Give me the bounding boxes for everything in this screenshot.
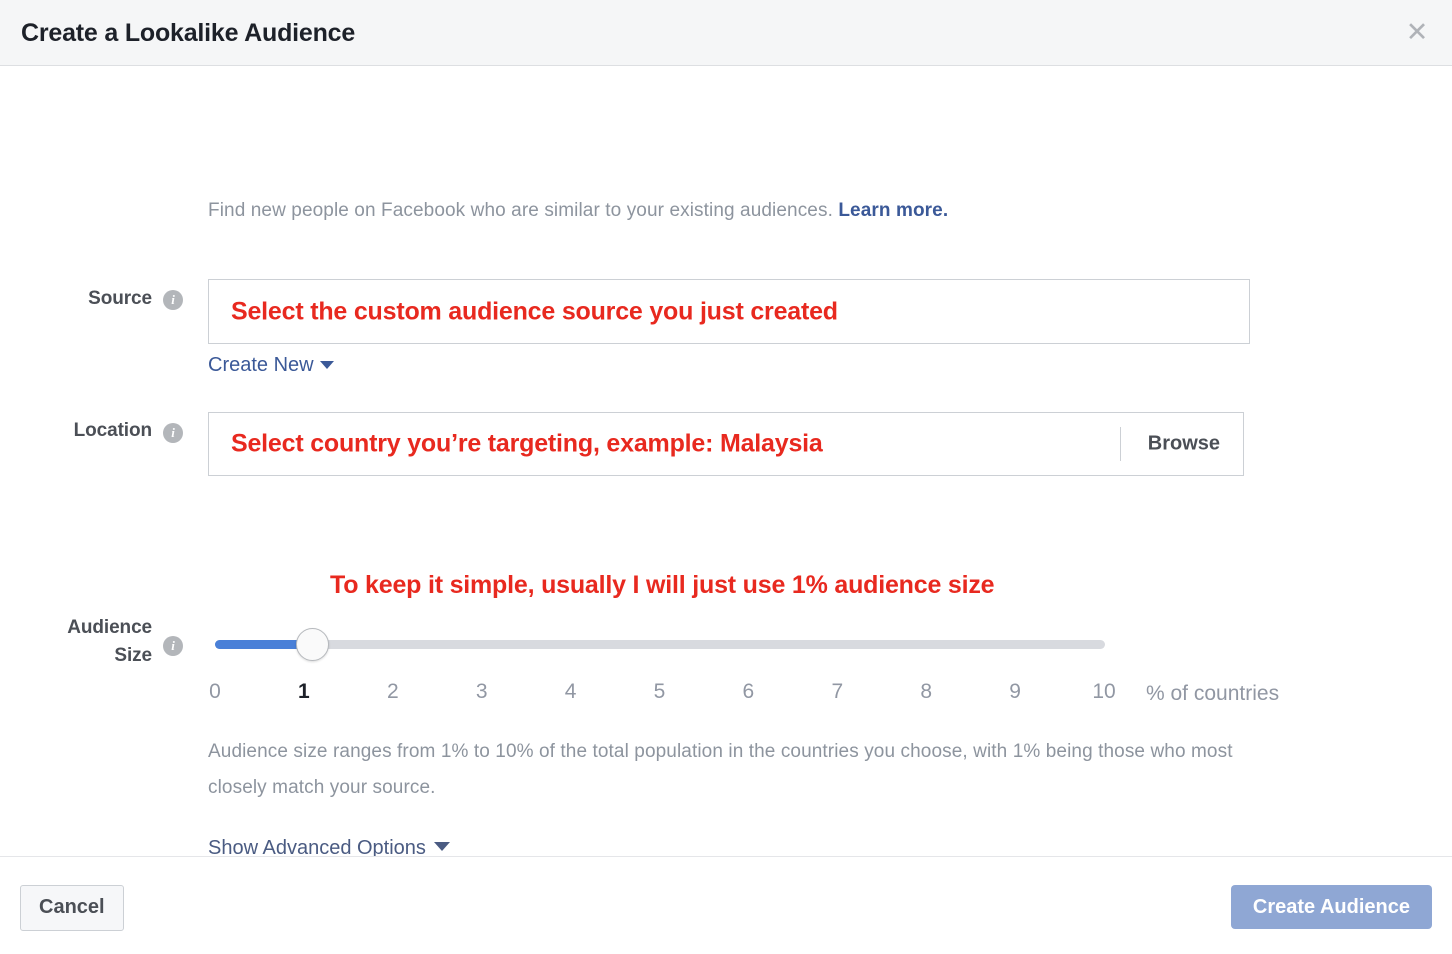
audience-size-annotation: To keep it simple, usually I will just u… [330,571,995,599]
audience-size-label-line2: Size [114,644,152,666]
slider-tick-4[interactable]: 4 [551,680,591,704]
slider-tick-6[interactable]: 6 [728,680,768,704]
dialog-body: Find new people on Facebook who are simi… [0,66,1452,859]
create-audience-button[interactable]: Create Audience [1230,885,1432,929]
chevron-down-icon [319,360,334,369]
dialog-title: Create a Lookalike Audience [21,19,356,47]
slider-tick-row: 0 1 2 3 4 5 6 7 8 9 10 [208,680,1116,712]
location-input[interactable]: Select country you’re targeting, example… [208,412,1244,476]
audience-size-label: Audience Size [0,614,152,669]
create-new-label: Create New [208,354,314,376]
intro-description: Find new people on Facebook who are simi… [208,200,833,221]
create-lookalike-audience-dialog: Create a Lookalike Audience ✕ Find new p… [0,0,1452,954]
source-label: Source [88,288,152,309]
learn-more-link[interactable]: Learn more. [838,200,948,221]
slider-tick-2[interactable]: 2 [373,680,413,704]
slider-tick-7[interactable]: 7 [817,680,857,704]
location-info-icon[interactable]: i [163,423,183,443]
audience-size-info-icon[interactable]: i [163,636,183,656]
create-new-link[interactable]: Create New [208,354,334,377]
slider-thumb[interactable] [296,628,329,661]
slider-tick-10[interactable]: 10 [1084,680,1124,704]
slider-tick-0[interactable]: 0 [195,680,235,704]
browse-button[interactable]: Browse [1148,433,1220,456]
browse-divider [1120,427,1121,461]
audience-size-slider[interactable] [215,628,1105,661]
source-input[interactable]: Select the custom audience source you ju… [208,279,1250,344]
slider-unit-label: % of countries [1146,682,1280,705]
location-label: Location [73,420,152,441]
source-info-icon[interactable]: i [163,290,183,310]
slider-track[interactable] [215,640,1105,649]
cancel-button[interactable]: Cancel [20,885,124,931]
close-icon[interactable]: ✕ [1402,19,1432,49]
intro-text: Find new people on Facebook who are simi… [208,200,948,222]
source-annotation-text: Select the custom audience source you ju… [231,297,838,325]
slider-tick-9[interactable]: 9 [995,680,1035,704]
slider-tick-3[interactable]: 3 [462,680,502,704]
location-annotation-text: Select country you’re targeting, example… [231,429,823,458]
audience-size-label-line1: Audience [67,617,152,638]
chevron-down-icon [433,842,450,852]
dialog-footer: Cancel Create Audience [0,856,1452,954]
slider-tick-8[interactable]: 8 [906,680,946,704]
audience-size-helper-text: Audience size ranges from 1% to 10% of t… [208,741,1233,798]
slider-tick-1[interactable]: 1 [284,680,324,704]
slider-tick-5[interactable]: 5 [640,680,680,704]
dialog-header: Create a Lookalike Audience ✕ [0,0,1452,66]
